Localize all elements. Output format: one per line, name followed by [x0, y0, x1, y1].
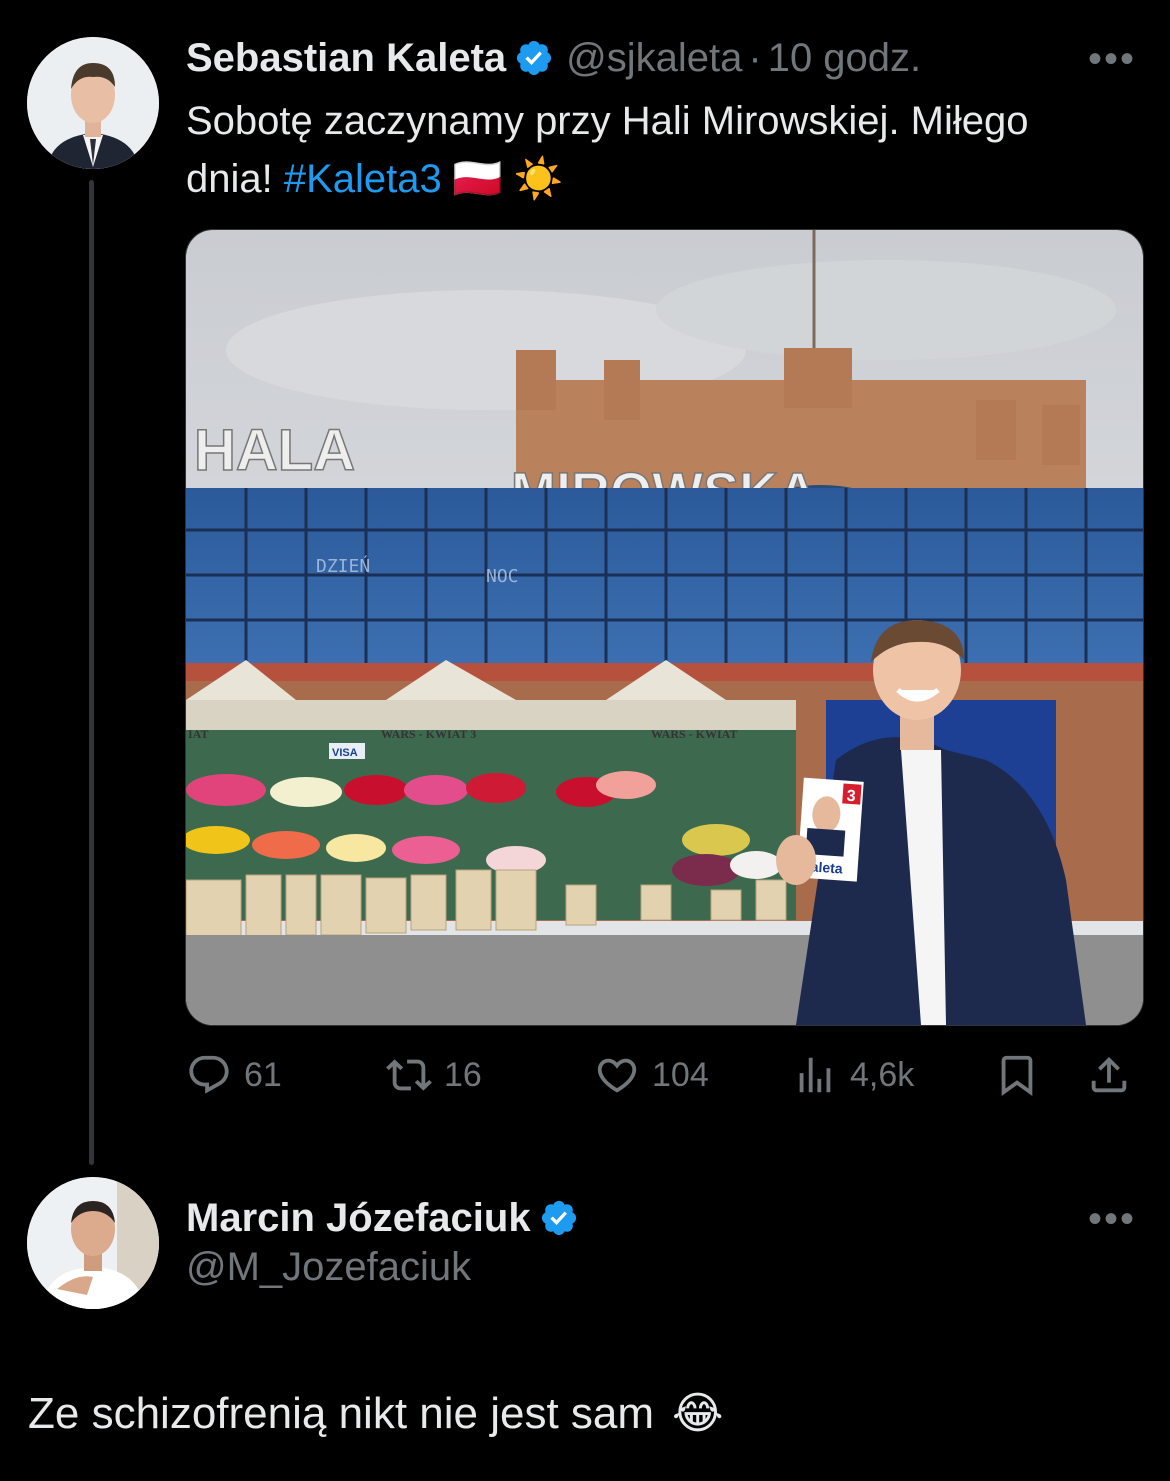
- photo-leaflet-number: 3: [846, 788, 856, 806]
- photo-led-noc: NOC: [486, 566, 519, 587]
- tweet-header: Sebastian Kaleta @sjkaleta · 10 godz.: [186, 34, 921, 82]
- hashtag-link[interactable]: #Kaleta3: [284, 157, 442, 201]
- tweet-text-line-1: Sobotę zaczynamy przy Hali Mirowskiej. M…: [186, 99, 1029, 143]
- reply-action[interactable]: 61: [186, 1052, 282, 1098]
- photo-stall-sign-right: WARS - KWIAT: [651, 727, 737, 741]
- tweet-text-prefix: dnia!: [186, 157, 284, 201]
- tweet-timestamp[interactable]: 10 godz.: [768, 34, 921, 82]
- bookmark-icon: [1001, 1055, 1033, 1096]
- reply-count: 61: [244, 1055, 282, 1094]
- repost-icon: [386, 1059, 432, 1091]
- tweet-text-line-2: dnia! #Kaleta3 🇵🇱 ☀️: [186, 150, 1146, 208]
- author-handle[interactable]: @sjkaleta: [566, 34, 742, 82]
- reply-author-avatar[interactable]: [27, 1177, 159, 1309]
- photo-sign-hala: HALA: [194, 418, 355, 483]
- sun-emoji: ☀️: [513, 157, 564, 201]
- repost-action[interactable]: 16: [386, 1052, 482, 1098]
- repost-count: 16: [444, 1055, 482, 1094]
- reply-author-handle[interactable]: @M_Jozefaciuk: [186, 1245, 471, 1290]
- views-count: 4,6k: [850, 1055, 915, 1094]
- reply-more-options-button[interactable]: •••: [1088, 1199, 1136, 1239]
- heart-icon: [597, 1058, 637, 1093]
- more-options-button[interactable]: •••: [1088, 39, 1136, 79]
- reply-author-name[interactable]: Marcin Józefaciuk: [186, 1194, 531, 1242]
- photo-stall-sign-edge: IAT: [188, 727, 208, 741]
- header-separator: ·: [748, 36, 762, 80]
- reply-verified-badge-icon[interactable]: [539, 1198, 579, 1238]
- verified-badge-icon[interactable]: [514, 38, 554, 78]
- share-icon: [1091, 1056, 1127, 1093]
- reply-header: Marcin Józefaciuk: [186, 1194, 591, 1242]
- reply-icon: [189, 1055, 229, 1094]
- author-name[interactable]: Sebastian Kaleta: [186, 34, 506, 82]
- photo-led-dzien: DZIEŃ: [316, 555, 370, 577]
- photo-stall-sign-left: WARS - KWIAT 3: [381, 727, 476, 741]
- reply-text-body: Ze schizofrenią nikt nie jest sam: [28, 1388, 655, 1438]
- analytics-icon: [799, 1057, 831, 1093]
- laughing-emoji: 😂: [672, 1389, 724, 1438]
- like-action[interactable]: 104: [594, 1052, 709, 1098]
- photo-visa-sticker: VISA: [332, 747, 358, 759]
- like-count: 104: [652, 1055, 709, 1094]
- bookmark-action[interactable]: [994, 1052, 1052, 1098]
- tweet-text: Sobotę zaczynamy przy Hali Mirowskiej. M…: [186, 92, 1146, 208]
- author-avatar[interactable]: [27, 37, 159, 169]
- poland-flag-emoji: 🇵🇱: [452, 157, 503, 201]
- photo-hala-mirowska: HALA MIROWSKA DZIEŃ NOC WARS - KWIAT 3 W…: [186, 230, 1143, 1025]
- tweet-photo[interactable]: HALA MIROWSKA DZIEŃ NOC WARS - KWIAT 3 W…: [185, 229, 1144, 1026]
- share-action[interactable]: [1086, 1052, 1144, 1098]
- thread-connector-line: [89, 180, 94, 1165]
- reply-text: Ze schizofrenią nikt nie jest sam 😂: [28, 1388, 723, 1439]
- views-action[interactable]: 4,6k: [792, 1052, 914, 1098]
- tweet-action-bar: 61 16 104 4,6k: [186, 1052, 1136, 1100]
